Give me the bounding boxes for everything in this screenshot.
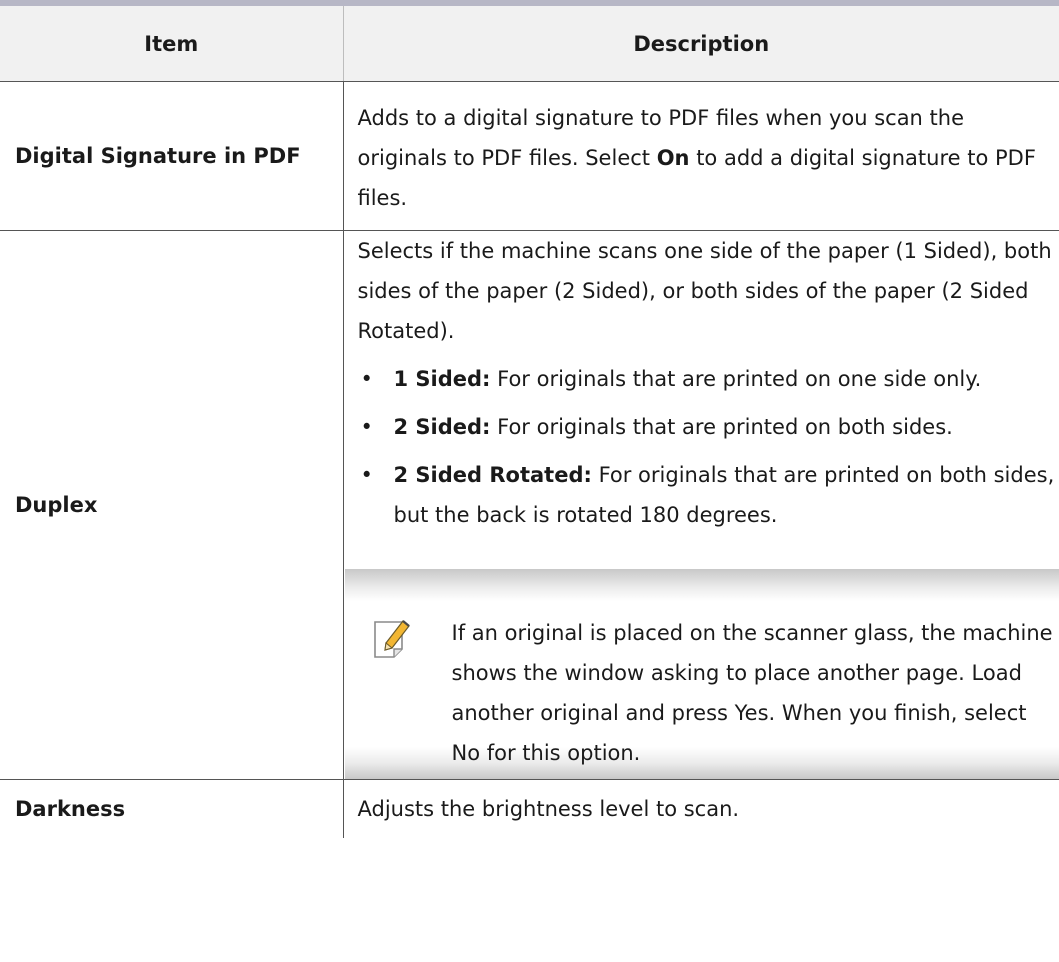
list-item: • 1 Sided: For originals that are printed… — [358, 359, 1059, 399]
desc-bold-on: On — [656, 146, 690, 170]
note-box: If an original is placed on the scanner … — [344, 569, 1059, 779]
option-text: For originals that are printed on both s… — [490, 415, 953, 439]
bullet-icon: • — [360, 415, 373, 439]
option-text: For originals that are printed on one si… — [490, 367, 982, 391]
list-item: • 2 Sided Rotated: For originals that are… — [358, 455, 1059, 535]
duplex-intro: Selects if the machine scans one side of… — [357, 239, 1052, 343]
description-duplex: Selects if the machine scans one side of… — [343, 230, 1059, 780]
option-term: 2 Sided: — [393, 415, 491, 439]
item-name-digital-signature: Digital Signature in PDF — [0, 81, 344, 231]
table-row: Digital Signature in PDF Adds to a digit… — [0, 81, 1059, 231]
table-header-row: Item Description — [0, 6, 1059, 82]
option-term: 2 Sided Rotated: — [393, 463, 592, 487]
column-header-item: Item — [0, 6, 344, 82]
list-item: • 2 Sided: For originals that are printed… — [358, 407, 1059, 447]
note-text: If an original is placed on the scanner … — [451, 621, 1053, 765]
bullet-icon: • — [360, 463, 373, 487]
description-digital-signature: Adds to a digital signature to PDF files… — [343, 81, 1059, 231]
item-name-darkness: Darkness — [0, 779, 344, 838]
description-darkness: Adjusts the brightness level to scan. — [357, 797, 740, 821]
settings-table: Item Description Digital Signature in PD… — [0, 6, 1059, 838]
note-pencil-icon — [373, 620, 410, 658]
option-term: 1 Sided: — [393, 367, 491, 391]
column-header-description: Description — [343, 6, 1059, 82]
table-row: Duplex Selects if the machine scans one … — [0, 230, 1059, 780]
table-row: Darkness Adjusts the brightness level to… — [0, 779, 1059, 838]
bullet-icon: • — [360, 367, 373, 391]
duplex-options-list: • 1 Sided: For originals that are printed… — [358, 359, 1059, 535]
item-name-duplex: Duplex — [0, 230, 344, 780]
